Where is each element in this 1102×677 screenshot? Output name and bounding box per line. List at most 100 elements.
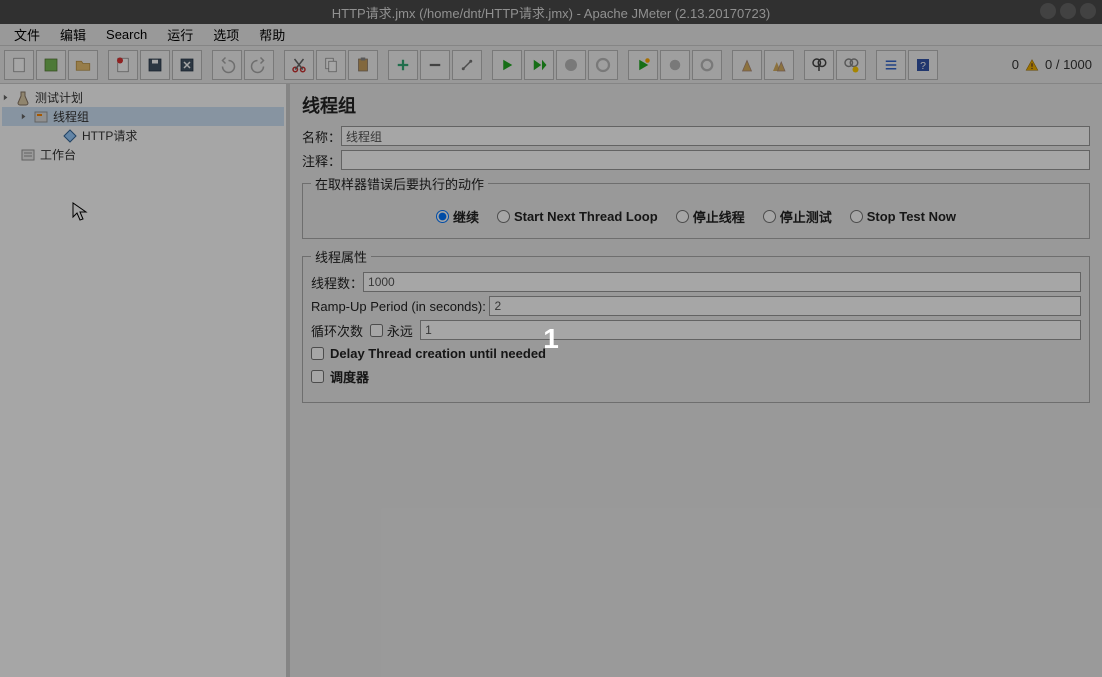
stop-button[interactable] (556, 50, 586, 80)
redo-button[interactable] (244, 50, 274, 80)
scheduler-row[interactable]: 调度器 (311, 367, 1081, 386)
loop-forever-checkbox[interactable] (370, 324, 383, 337)
start-no-pause-button[interactable] (524, 50, 554, 80)
tree-node-testplan[interactable]: 测试计划 (2, 88, 284, 107)
window-controls (1040, 3, 1096, 19)
tree-node-httprequest[interactable]: HTTP请求 (2, 126, 284, 145)
tree-label: 工作台 (40, 146, 76, 163)
radio-start-next[interactable]: Start Next Thread Loop (497, 209, 658, 224)
toggle-button[interactable] (452, 50, 482, 80)
menu-options[interactable]: 选项 (203, 23, 249, 46)
minimize-icon[interactable] (1040, 3, 1056, 19)
threads-input[interactable] (363, 272, 1081, 292)
maximize-icon[interactable] (1060, 3, 1076, 19)
radio-stop-test-input[interactable] (763, 210, 776, 223)
comment-label: 注释： (302, 151, 341, 170)
close-icon[interactable] (1080, 3, 1096, 19)
start-button[interactable] (492, 50, 522, 80)
rampup-input[interactable] (489, 296, 1081, 316)
reset-search-button[interactable] (836, 50, 866, 80)
loop-forever-label: 永远 (387, 321, 413, 340)
radio-stop-thread-input[interactable] (676, 210, 689, 223)
save-as-button[interactable] (172, 50, 202, 80)
menu-file[interactable]: 文件 (4, 23, 50, 46)
menu-run[interactable]: 运行 (157, 23, 203, 46)
copy-button[interactable] (316, 50, 346, 80)
window-titlebar: HTTP请求.jmx (/home/dnt/HTTP请求.jmx) - Apac… (0, 0, 1102, 24)
name-input[interactable] (341, 126, 1090, 146)
function-helper-button[interactable] (876, 50, 906, 80)
tree-label: 测试计划 (35, 89, 83, 106)
thread-properties-legend: 线程属性 (311, 247, 371, 266)
remote-shutdown-button[interactable] (692, 50, 722, 80)
threads-label: 线程数： (311, 273, 363, 292)
save-button[interactable] (140, 50, 170, 80)
on-error-legend: 在取样器错误后要执行的动作 (311, 174, 488, 193)
thread-properties-group: 线程属性 线程数： Ramp-Up Period (in seconds): 循… (302, 247, 1090, 403)
menu-search[interactable]: Search (96, 25, 157, 44)
shutdown-button[interactable] (588, 50, 618, 80)
scheduler-label: 调度器 (330, 367, 369, 386)
tree-toggle-icon[interactable] (20, 112, 29, 121)
threadgroup-icon (33, 109, 49, 125)
tree-label: HTTP请求 (82, 127, 137, 144)
radio-stop-test[interactable]: 停止测试 (763, 207, 832, 226)
collapse-button[interactable] (420, 50, 450, 80)
templates-button[interactable] (36, 50, 66, 80)
loop-count-input[interactable] (420, 320, 1081, 340)
tree-node-workbench[interactable]: 工作台 (2, 145, 284, 164)
remote-stop-button[interactable] (660, 50, 690, 80)
radio-start-next-input[interactable] (497, 210, 510, 223)
delay-thread-checkbox[interactable] (311, 347, 324, 360)
toolbar-status: 0 0 / 1000 (1012, 57, 1098, 72)
tree-toggle-icon[interactable] (2, 93, 11, 102)
rampup-label: Ramp-Up Period (in seconds): (311, 299, 486, 314)
threads-row: 线程数： (311, 272, 1081, 292)
beaker-icon (15, 90, 31, 106)
comment-row: 注释： (302, 150, 1090, 170)
paste-button[interactable] (348, 50, 378, 80)
new-button[interactable] (4, 50, 34, 80)
status-thread-count: 0 / 1000 (1045, 57, 1092, 72)
sampler-icon (62, 128, 78, 144)
name-row: 名称： (302, 126, 1090, 146)
main-split: 测试计划 线程组 HTTP请求 工作台 线程组 名称： 注释： 在取样器错误后要… (0, 84, 1102, 677)
tree-pane[interactable]: 测试计划 线程组 HTTP请求 工作台 (0, 84, 290, 677)
tree-node-threadgroup[interactable]: 线程组 (2, 107, 284, 126)
menu-bar: 文件 编辑 Search 运行 选项 帮助 (0, 24, 1102, 46)
close-button[interactable] (108, 50, 138, 80)
menu-help[interactable]: 帮助 (249, 23, 295, 46)
radio-stop-now-input[interactable] (850, 210, 863, 223)
radio-stop-now[interactable]: Stop Test Now (850, 209, 956, 224)
radio-stop-thread[interactable]: 停止线程 (676, 207, 745, 226)
clear-button[interactable] (732, 50, 762, 80)
menu-edit[interactable]: 编辑 (50, 23, 96, 46)
undo-button[interactable] (212, 50, 242, 80)
status-active-count: 0 (1012, 57, 1019, 72)
name-label: 名称： (302, 127, 341, 146)
rampup-row: Ramp-Up Period (in seconds): (311, 296, 1081, 316)
cursor-icon (72, 202, 88, 222)
comment-input[interactable] (341, 150, 1090, 170)
tree-label: 线程组 (53, 108, 89, 125)
radio-continue-input[interactable] (436, 210, 449, 223)
search-button[interactable] (804, 50, 834, 80)
warning-icon (1025, 58, 1039, 72)
expand-button[interactable] (388, 50, 418, 80)
panel-title: 线程组 (302, 92, 1090, 118)
on-error-group: 在取样器错误后要执行的动作 继续 Start Next Thread Loop … (302, 174, 1090, 239)
delay-thread-label: Delay Thread creation until needed (330, 346, 546, 361)
workbench-icon (20, 147, 36, 163)
radio-continue[interactable]: 继续 (436, 207, 479, 226)
remote-start-button[interactable] (628, 50, 658, 80)
loop-label: 循环次数 (311, 321, 363, 340)
scheduler-checkbox[interactable] (311, 370, 324, 383)
cut-button[interactable] (284, 50, 314, 80)
loop-row: 循环次数 永远 (311, 320, 1081, 340)
delay-thread-row[interactable]: Delay Thread creation until needed (311, 346, 1081, 361)
on-error-radios: 继续 Start Next Thread Loop 停止线程 停止测试 Stop… (311, 199, 1081, 228)
content-pane: 线程组 名称： 注释： 在取样器错误后要执行的动作 继续 Start Next … (290, 84, 1102, 677)
open-button[interactable] (68, 50, 98, 80)
help-button[interactable]: ? (908, 50, 938, 80)
clear-all-button[interactable] (764, 50, 794, 80)
